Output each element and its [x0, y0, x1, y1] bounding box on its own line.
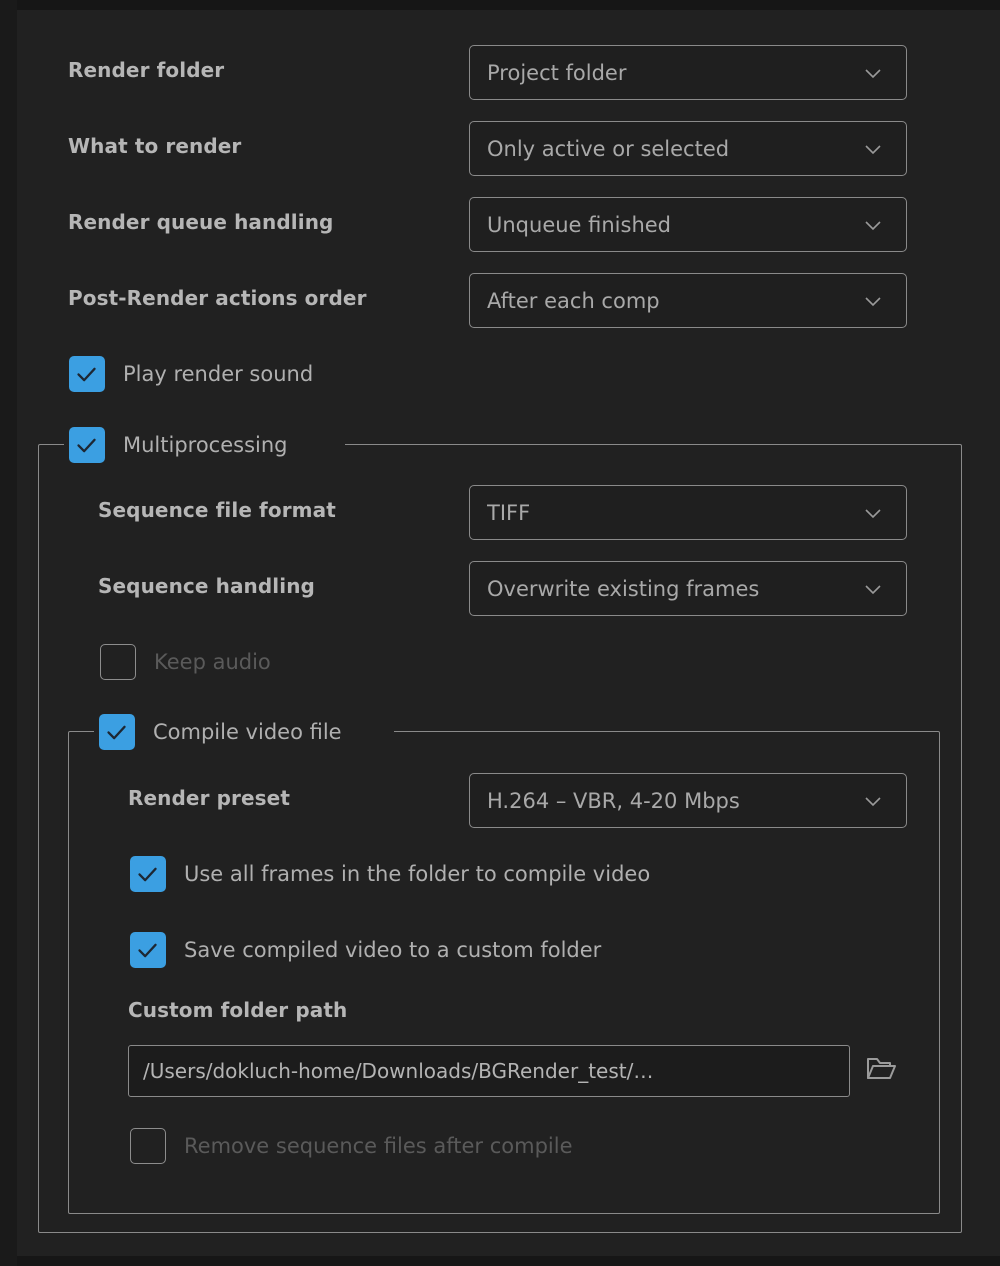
chevron-down-icon: [860, 288, 886, 314]
render-folder-dropdown[interactable]: Project folder: [469, 45, 907, 100]
render-settings-panel: Render folder Project folder What to ren…: [0, 0, 1000, 1266]
use-all-frames-label: Use all frames in the folder to compile …: [184, 862, 651, 886]
save-custom-folder-label: Save compiled video to a custom folder: [184, 938, 602, 962]
what-to-render-value: Only active or selected: [487, 136, 730, 161]
render-queue-handling-dropdown[interactable]: Unqueue finished: [469, 197, 907, 252]
folder-open-icon: [865, 1053, 897, 1087]
remove-sequence-row: Remove sequence files after compile: [130, 1128, 573, 1164]
use-all-frames-checkbox[interactable]: [130, 856, 166, 892]
render-queue-handling-label: Render queue handling: [68, 210, 334, 234]
browse-folder-button[interactable]: [861, 1050, 901, 1090]
post-render-actions-order-label: Post-Render actions order: [68, 286, 367, 310]
custom-folder-path-label: Custom folder path: [128, 998, 348, 1022]
sequence-handling-dropdown[interactable]: Overwrite existing frames: [469, 561, 907, 616]
render-queue-handling-label-row: Render queue handling: [68, 210, 333, 234]
use-all-frames-row[interactable]: Use all frames in the folder to compile …: [130, 856, 650, 892]
what-to-render-dropdown[interactable]: Only active or selected: [469, 121, 907, 176]
sequence-handling-value: Overwrite existing frames: [487, 576, 760, 601]
play-render-sound-label: Play render sound: [123, 362, 314, 386]
compile-video-legend-row[interactable]: Compile video file: [99, 714, 342, 750]
sequence-handling-label: Sequence handling: [98, 574, 315, 598]
compile-video-label: Compile video file: [153, 720, 342, 744]
chevron-down-icon: [860, 500, 886, 526]
keep-audio-label: Keep audio: [154, 650, 271, 674]
custom-folder-path-value: /Users/dokluch-home/Downloads/BGRender_t…: [143, 1059, 654, 1083]
render-preset-label: Render preset: [128, 786, 290, 810]
sequence-file-format-value: TIFF: [487, 500, 531, 525]
render-folder-value: Project folder: [487, 60, 627, 85]
save-custom-folder-row[interactable]: Save compiled video to a custom folder: [130, 932, 601, 968]
sequence-handling-label-row: Sequence handling: [98, 574, 315, 598]
post-render-actions-order-value: After each comp: [487, 288, 660, 313]
save-custom-folder-checkbox[interactable]: [130, 932, 166, 968]
multiprocessing-label: Multiprocessing: [123, 433, 288, 457]
left-gutter: [0, 0, 17, 1266]
render-preset-value: H.264 – VBR, 4-20 Mbps: [487, 788, 740, 813]
sequence-file-format-label: Sequence file format: [98, 498, 336, 522]
render-preset-dropdown[interactable]: H.264 – VBR, 4-20 Mbps: [469, 773, 907, 828]
render-queue-handling-value: Unqueue finished: [487, 212, 672, 237]
chevron-down-icon: [860, 788, 886, 814]
post-render-actions-order-label-row: Post-Render actions order: [68, 286, 367, 310]
play-render-sound-row[interactable]: Play render sound: [69, 356, 313, 392]
render-folder-label: Render folder: [68, 58, 225, 82]
chevron-down-icon: [860, 136, 886, 162]
compile-video-checkbox[interactable]: [99, 714, 135, 750]
chevron-down-icon: [860, 212, 886, 238]
play-render-sound-checkbox[interactable]: [69, 356, 105, 392]
keep-audio-row: Keep audio: [100, 644, 271, 680]
multiprocessing-checkbox[interactable]: [69, 427, 105, 463]
multiprocessing-legend-row[interactable]: Multiprocessing: [69, 427, 288, 463]
remove-sequence-label: Remove sequence files after compile: [184, 1134, 573, 1158]
post-render-actions-order-dropdown[interactable]: After each comp: [469, 273, 907, 328]
chevron-down-icon: [860, 60, 886, 86]
keep-audio-checkbox: [100, 644, 136, 680]
render-preset-label-row: Render preset: [128, 786, 290, 810]
remove-sequence-checkbox: [130, 1128, 166, 1164]
what-to-render-label-row: What to render: [68, 134, 241, 158]
custom-folder-path-input[interactable]: /Users/dokluch-home/Downloads/BGRender_t…: [128, 1045, 850, 1097]
what-to-render-label: What to render: [68, 134, 242, 158]
sequence-file-format-label-row: Sequence file format: [98, 498, 336, 522]
render-folder-label-row: Render folder: [68, 58, 224, 82]
chevron-down-icon: [860, 576, 886, 602]
custom-folder-path-label-row: Custom folder path: [128, 998, 347, 1022]
sequence-file-format-dropdown[interactable]: TIFF: [469, 485, 907, 540]
